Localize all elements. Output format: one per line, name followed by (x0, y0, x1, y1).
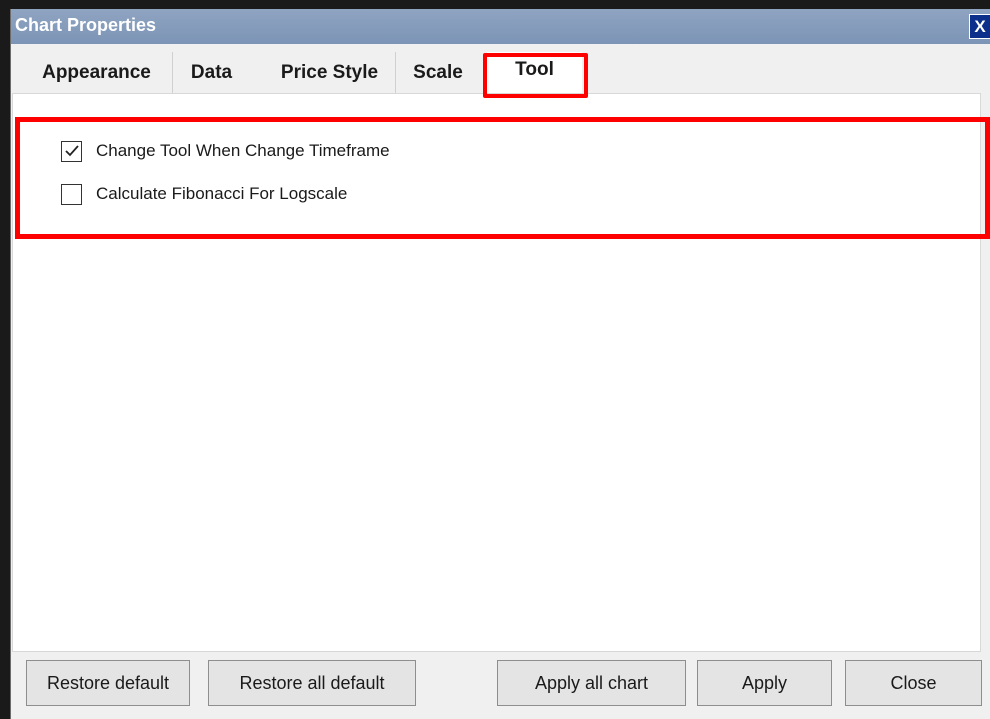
restore-all-default-button[interactable]: Restore all default (208, 660, 416, 706)
window-title: Chart Properties (15, 15, 157, 35)
change-tool-when-change-timeframe-checkbox[interactable]: Change Tool When Change Timeframe (61, 139, 390, 163)
checkbox-box[interactable] (61, 183, 82, 205)
close-icon: X (974, 16, 986, 36)
checkmark-icon (64, 145, 79, 157)
title-bar[interactable]: Chart Properties X (11, 9, 990, 44)
checkbox-label: Change Tool When Change Timeframe (96, 141, 390, 160)
checkbox-box[interactable] (61, 140, 82, 162)
tab-data[interactable]: Data (174, 52, 249, 94)
checkbox-label: Calculate Fibonacci For Logscale (96, 184, 348, 203)
tab-scale[interactable]: Scale (397, 52, 479, 94)
apply-all-chart-button[interactable]: Apply all chart (497, 660, 686, 706)
close-window-button[interactable]: X (969, 14, 990, 39)
restore-default-button[interactable]: Restore default (26, 660, 190, 706)
tab-label: Price Style (280, 62, 379, 83)
tool-tab-panel (12, 93, 981, 652)
tab-price-style[interactable]: Price Style (264, 52, 396, 94)
tab-label: Appearance (42, 62, 151, 83)
tab-label: Data (190, 62, 233, 83)
tab-tool[interactable]: Tool (487, 52, 582, 94)
tab-appearance[interactable]: Appearance (21, 52, 173, 94)
calculate-fibonacci-for-logscale-checkbox[interactable]: Calculate Fibonacci For Logscale (61, 182, 347, 206)
apply-button[interactable]: Apply (697, 660, 832, 706)
tab-label: Scale (413, 62, 463, 83)
tab-label: Tool (515, 59, 554, 80)
close-button[interactable]: Close (845, 660, 982, 706)
tab-strip: Appearance Data Price Style Scale Tool (12, 52, 972, 94)
